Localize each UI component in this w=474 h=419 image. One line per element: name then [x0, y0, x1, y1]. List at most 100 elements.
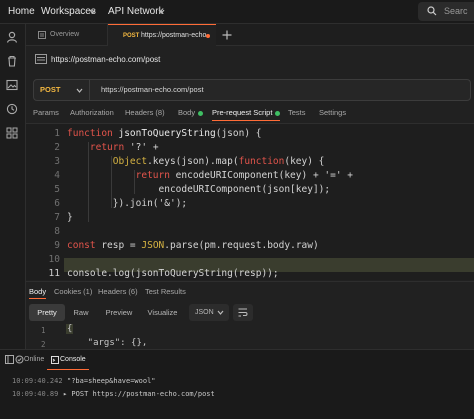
- history-icon[interactable]: [5, 102, 19, 116]
- code-token: .parse(pm.request.body.raw): [164, 240, 319, 251]
- pretty-button[interactable]: Pretty: [29, 304, 65, 321]
- subtab-headers[interactable]: Headers (8): [125, 108, 165, 117]
- line-number: 4: [54, 170, 60, 181]
- console-label: Console: [60, 356, 86, 363]
- preview-button[interactable]: Preview: [99, 304, 139, 321]
- visualize-button[interactable]: Visualize: [140, 304, 185, 321]
- subtab-pre-request-script[interactable]: Pre-request Script: [212, 108, 281, 121]
- image-icon[interactable]: [5, 78, 19, 92]
- code-token: '?': [129, 142, 148, 153]
- chevron-down-icon: [76, 88, 83, 93]
- unsaved-dot: [206, 34, 210, 38]
- console-icon: [51, 356, 59, 364]
- code-token: encodeURIComponent(key) +: [175, 170, 325, 181]
- code-token: function: [67, 128, 119, 139]
- chevron-down-icon: [89, 9, 96, 14]
- code-line: return '?' +: [67, 142, 159, 153]
- subtab-body[interactable]: Body: [178, 108, 204, 117]
- code-token: );: [175, 198, 188, 209]
- method-selector[interactable]: POST: [34, 80, 90, 100]
- code-token: return: [67, 170, 176, 181]
- request-title[interactable]: https://postman-echo.com/post: [51, 55, 160, 64]
- sidebar-toggle-icon[interactable]: [5, 355, 14, 364]
- search-box[interactable]: Searc: [418, 2, 474, 21]
- apps-grid-icon[interactable]: [5, 126, 19, 140]
- format-select[interactable]: JSON: [189, 304, 229, 321]
- response-pane: Body Cookies (1) Headers (6) Test Result…: [26, 281, 474, 349]
- code-line: const resp = JSON.parse(pm.request.body.…: [67, 240, 319, 251]
- request-subtabs: Params Authorization Headers (8) Body Pr…: [26, 104, 474, 124]
- trash-icon[interactable]: [5, 54, 19, 68]
- nav-home[interactable]: Home: [8, 6, 35, 17]
- script-editor[interactable]: 1 function jsonToQueryString(json) {2 ret…: [26, 124, 474, 280]
- user-icon[interactable]: [5, 30, 19, 44]
- tab-overview[interactable]: Overview: [26, 24, 108, 46]
- code-token: (json) {: [215, 128, 262, 139]
- wrap-lines-button[interactable]: [233, 304, 253, 321]
- code-token: jsonToQueryString: [118, 128, 216, 139]
- code-line: Object.keys(json).map(function(key) {: [67, 156, 325, 167]
- code-line: function jsonToQueryString(json) {: [67, 128, 261, 139]
- status-dot: [198, 110, 204, 116]
- code-token: }).join(: [67, 198, 159, 209]
- subtab-settings[interactable]: Settings: [319, 108, 346, 117]
- chevron-down-icon: [217, 310, 224, 315]
- nav-workspaces[interactable]: Workspaces: [41, 6, 96, 17]
- format-select-value: JSON: [195, 309, 214, 316]
- status-dot: [275, 110, 281, 116]
- top-navigation-bar: Home Workspaces API Network Searc: [0, 0, 474, 24]
- tab-post-label: https://postman-echo.: [141, 32, 209, 39]
- code-line: }: [67, 212, 73, 223]
- response-tab-body[interactable]: Body: [29, 287, 47, 299]
- url-input[interactable]: https://postman-echo.com/post: [101, 85, 204, 94]
- overview-icon: [38, 31, 46, 39]
- code-token: Object: [67, 156, 148, 167]
- subtab-tests[interactable]: Tests: [288, 108, 306, 117]
- subtab-pre-request-label: Pre-request Script: [212, 108, 273, 117]
- tab-post-request[interactable]: POST https://postman-echo.: [108, 24, 216, 46]
- code-token: function: [238, 156, 285, 167]
- line-number: 10: [48, 254, 60, 265]
- response-line-number: 1: [41, 326, 46, 335]
- console-panel: Online Console 10:09:40.242 "?ba=sheep&h…: [0, 349, 474, 419]
- code-token: +: [341, 170, 354, 181]
- plus-icon[interactable]: [222, 30, 232, 40]
- code-token: return: [67, 142, 130, 153]
- indent-guide: [88, 142, 89, 222]
- code-line: }).join('&');: [67, 198, 187, 209]
- search-icon: [427, 6, 437, 16]
- response-tab-test-results[interactable]: Test Results: [145, 287, 186, 296]
- response-code-line: "args": {},: [66, 338, 148, 348]
- code-token: encodeURIComponent(json[key]);: [67, 184, 331, 195]
- raw-button[interactable]: Raw: [66, 304, 96, 321]
- line-number: 3: [54, 156, 60, 167]
- url-bar: POST https://postman-echo.com/post: [33, 79, 471, 101]
- http-request-icon: [35, 54, 47, 64]
- response-line-number: 2: [41, 340, 46, 349]
- subtab-params[interactable]: Params: [33, 108, 59, 117]
- console-log-output[interactable]: "?ba=sheep&have=wool": [67, 377, 156, 385]
- line-number: 5: [54, 184, 60, 195]
- chevron-down-icon: [158, 9, 165, 14]
- response-tab-headers[interactable]: Headers (6): [98, 287, 138, 296]
- online-status-icon: [15, 355, 24, 364]
- response-code-line: {: [66, 324, 74, 334]
- code-token: (key) {: [284, 156, 325, 167]
- line-number: 11: [48, 268, 60, 279]
- code-token: }: [67, 212, 73, 223]
- console-tab[interactable]: Console: [47, 350, 89, 370]
- code-line: console.log(jsonToQueryString(resp));: [67, 268, 279, 279]
- wrap-icon: [238, 308, 248, 317]
- console-request-entry[interactable]: ▸ POST https://postman-echo.com/post: [63, 390, 215, 398]
- method-label: POST: [40, 85, 61, 94]
- response-tab-cookies[interactable]: Cookies (1): [54, 287, 92, 296]
- online-status[interactable]: Online: [24, 356, 44, 363]
- line-number: 2: [54, 142, 60, 153]
- code-token: console.log(jsonToQueryString(resp));: [67, 268, 279, 279]
- nav-api-network[interactable]: API Network: [108, 6, 164, 17]
- code-token: '&': [158, 198, 176, 209]
- subtab-authorization[interactable]: Authorization: [70, 108, 114, 117]
- code-token: JSON: [141, 240, 165, 251]
- code-token: +: [147, 142, 159, 153]
- console-timestamp: 10:09:40.89: [12, 390, 59, 398]
